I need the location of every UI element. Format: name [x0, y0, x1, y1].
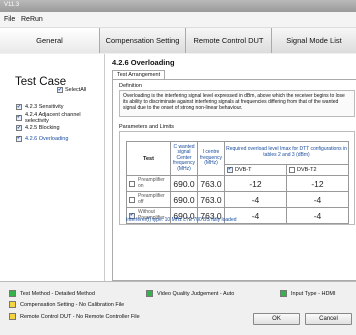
input-type-text: Input Type - HDMI [291, 290, 336, 297]
cell-i: 763.0 [197, 191, 225, 208]
test-case-label: 4.2.6 Overloading [25, 135, 69, 142]
select-all-checkbox[interactable]: ✔ [57, 87, 63, 93]
test-case-label: 4.2.5 Blocking [25, 125, 60, 132]
definition-title: Definition [119, 83, 142, 89]
compensation-text: Compensation Setting - No Calibration Fi… [20, 301, 125, 308]
status-indicator [146, 290, 153, 297]
header-required-level: Required overload level Imax for DTT con… [224, 141, 349, 165]
test-case-label: 4.2.3 Sensitivity [25, 104, 64, 111]
window-title: V11.3 [4, 2, 20, 8]
title-bar: V11.3 [0, 0, 356, 12]
test-case-checkbox[interactable]: ✔ [16, 125, 22, 132]
compensation-status: Compensation Setting - No Calibration Fi… [9, 301, 124, 308]
cell-c: 690.0 [170, 191, 198, 208]
tab-test-arrangement[interactable]: Test Arrangement [112, 70, 166, 79]
test-case-item-selected[interactable]: ✔ 4.2.6 Overloading [16, 134, 104, 145]
cell-dvbt: -4 [224, 191, 287, 208]
test-case-list: ✔ 4.2.3 Sensitivity ✔ 4.2.4 Adjacent cha… [16, 102, 104, 144]
tab-general[interactable]: General [0, 28, 100, 53]
video-quality-text: Video Quality Judgement - Auto [157, 290, 235, 297]
main-area: Test Case ✔ SelectAll ✔ 4.2.3 Sensitivit… [0, 54, 356, 281]
dvbt2-checkbox[interactable] [289, 166, 295, 173]
test-case-item[interactable]: ✔ 4.2.5 Blocking [16, 123, 104, 134]
tab-signal-mode-list[interactable]: Signal Mode List [272, 28, 356, 53]
header-c-frequency: C wanted signal Center frequency (MHz) [170, 141, 198, 176]
table-row: Preamplifier on 690.0 763.0 -12 -12 [126, 175, 349, 192]
interferer-type: Interferer(I) type: 10 MHz LTE 700 BS fu… [126, 217, 237, 223]
remote-control-status: Remote Control DUT - No Remote Controlle… [9, 313, 140, 320]
dvbt-label: DVB-T [235, 166, 252, 173]
row-label: Preamplifier on [126, 175, 171, 192]
row-checkbox[interactable] [129, 180, 135, 187]
row-checkbox[interactable] [129, 196, 135, 203]
ok-button[interactable]: OK [253, 313, 300, 325]
cell-i: 763.0 [197, 175, 225, 192]
section-title: 4.2.6 Overloading [112, 58, 175, 67]
tab-remote-control-dut[interactable]: Remote Control DUT [186, 28, 272, 53]
status-indicator [9, 301, 16, 308]
status-indicator [9, 290, 16, 297]
test-case-checkbox[interactable]: ✔ [16, 104, 22, 111]
cell-dvbt2: -4 [286, 207, 349, 224]
cancel-button[interactable]: Cancel [305, 313, 352, 325]
dvbt2-label: DVB-T2 [297, 166, 317, 173]
test-case-pane: Test Case ✔ SelectAll ✔ 4.2.3 Sensitivit… [0, 54, 105, 281]
parameters-table: Test C wanted signal Center frequency (M… [126, 141, 349, 224]
table-row: Preamplifier off 690.0 763.0 -4 -4 [126, 191, 349, 208]
remote-control-text: Remote Control DUT - No Remote Controlle… [20, 313, 140, 320]
cell-c: 690.0 [170, 175, 198, 192]
menu-bar: File ReRun [0, 12, 356, 28]
video-quality-status: Video Quality Judgement - Auto [146, 290, 234, 297]
status-indicator [280, 290, 287, 297]
test-method-text: Test Method - Detailed Method [20, 290, 95, 297]
definition-text: Overloading is the interfering signal le… [119, 90, 355, 117]
detail-pane: 4.2.6 Overloading Test Arrangement Defin… [110, 54, 356, 281]
tab-bar: General Compensation Setting Remote Cont… [0, 28, 356, 53]
parameters-box: Test C wanted signal Center frequency (M… [119, 131, 355, 225]
test-case-label: 4.2.4 Adjacent channel selectivity [25, 111, 81, 124]
header-i-frequency: I centre frequency (MHz) [197, 141, 225, 176]
cell-dvbt2: -12 [286, 175, 349, 192]
test-arrangement-panel: Definition Overloading is the interferin… [112, 79, 356, 281]
header-test: Test [126, 141, 171, 176]
test-case-item[interactable]: ✔ 4.2.4 Adjacent channel selectivity [16, 111, 104, 124]
dvbt2-column: DVB-T2 [286, 163, 349, 177]
select-all[interactable]: ✔ SelectAll [57, 87, 86, 93]
input-type-status: Input Type - HDMI [280, 290, 336, 297]
menu-file[interactable]: File [4, 16, 15, 23]
row-label-text: Preamplifier on [138, 177, 165, 189]
test-case-checkbox[interactable]: ✔ [16, 114, 22, 121]
menu-rerun[interactable]: ReRun [21, 16, 43, 23]
cell-dvbt: -12 [224, 175, 287, 192]
status-indicator [9, 313, 16, 320]
dvbt-column: ✔ DVB-T [224, 163, 287, 177]
row-label-text: Preamplifier off [138, 193, 165, 205]
cell-dvbt2: -4 [286, 191, 349, 208]
test-case-checkbox[interactable]: ✔ [16, 135, 22, 142]
dvbt-checkbox[interactable]: ✔ [227, 166, 233, 173]
parameters-title: Parameters and Limits [119, 124, 175, 130]
tab-compensation-setting[interactable]: Compensation Setting [100, 28, 186, 53]
status-area: Test Method - Detailed Method Video Qual… [0, 281, 356, 335]
select-all-label: SelectAll [65, 87, 87, 93]
row-label: Preamplifier off [126, 191, 171, 208]
test-method-status: Test Method - Detailed Method [9, 290, 95, 297]
